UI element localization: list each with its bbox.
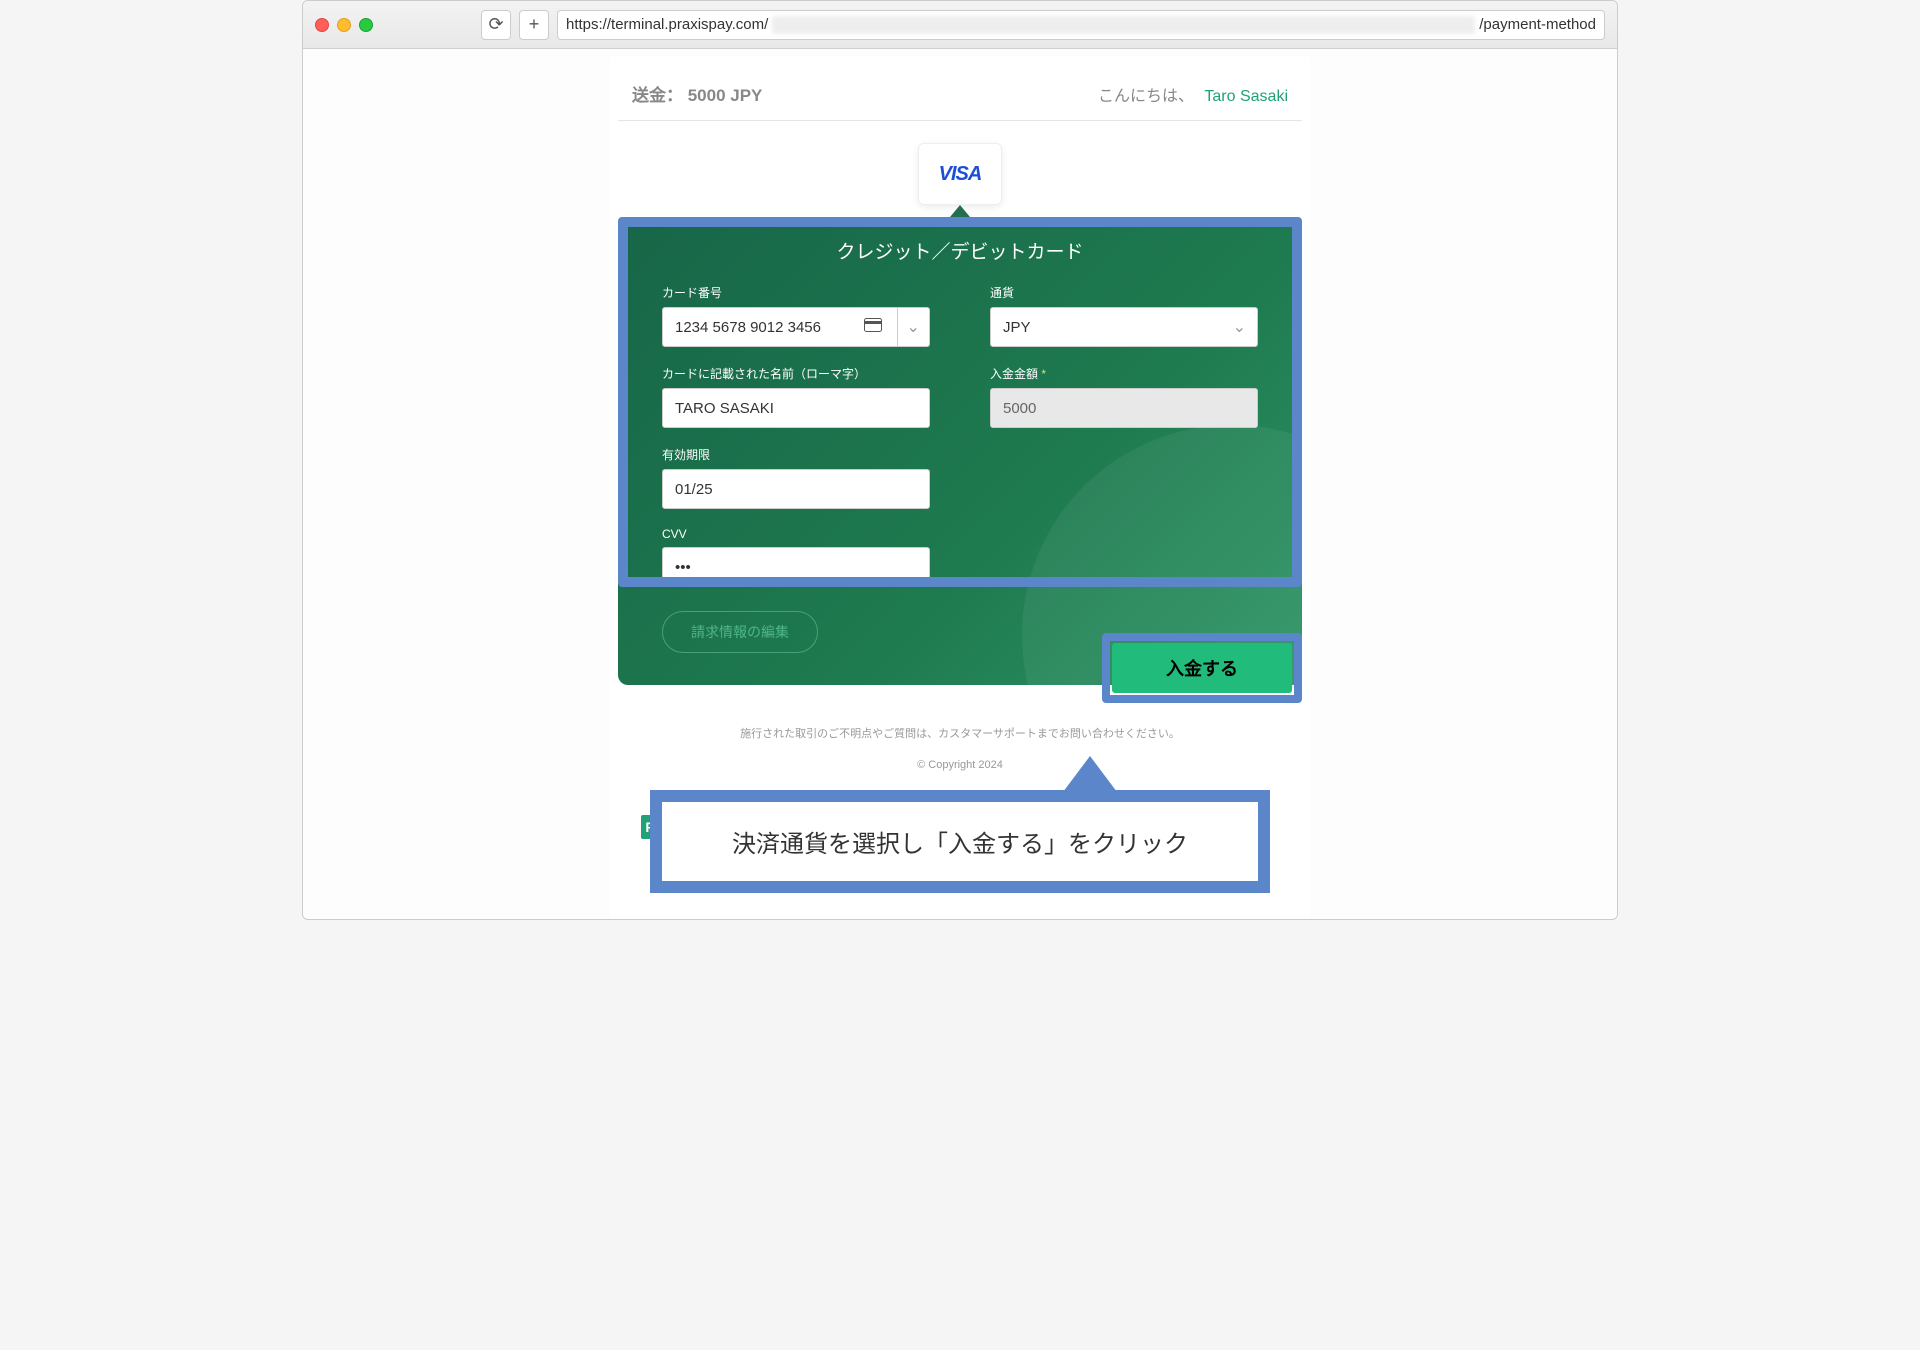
currency-select[interactable] xyxy=(990,307,1258,347)
card-form-panel: クレジット／デビットカード カード番号 ⌄ xyxy=(618,219,1302,685)
card-brand-tab[interactable]: VISA xyxy=(918,143,1002,205)
transfer-amount: 送金： 5000 JPY xyxy=(632,81,762,106)
cvv-label: CVV xyxy=(662,527,930,541)
url-prefix: https://terminal.praxispay.com/ xyxy=(566,16,768,33)
browser-window: ⟳ + https://terminal.praxispay.com/ /pay… xyxy=(302,0,1618,920)
amount-label: 入金金額 * xyxy=(990,365,1258,382)
browser-toolbar: ⟳ + https://terminal.praxispay.com/ /pay… xyxy=(303,1,1617,49)
close-window-button[interactable] xyxy=(315,18,329,32)
callout-arrow-icon xyxy=(1060,756,1120,796)
new-tab-button[interactable]: + xyxy=(519,10,549,40)
form-panel-wrap: クレジット／デビットカード カード番号 ⌄ xyxy=(618,219,1302,703)
instruction-callout: 決済通貨を選択し「入金する」をクリック xyxy=(650,790,1270,893)
maximize-window-button[interactable] xyxy=(359,18,373,32)
cvv-input[interactable] xyxy=(662,547,930,587)
panel-title: クレジット／デビットカード xyxy=(662,237,1258,264)
callout-text: 決済通貨を選択し「入金する」をクリック xyxy=(650,790,1270,893)
cardholder-name-input[interactable] xyxy=(662,388,930,428)
deposit-row: 入金する xyxy=(618,633,1302,703)
card-icon xyxy=(864,318,882,336)
card-number-label: カード番号 xyxy=(662,284,930,301)
card-dropdown-toggle[interactable]: ⌄ xyxy=(898,307,930,347)
reload-icon: ⟳ xyxy=(488,14,503,35)
user-name: Taro Sasaki xyxy=(1204,88,1288,105)
page-content: 送金： 5000 JPY こんにちは、 Taro Sasaki VISA クレジ… xyxy=(303,49,1617,919)
url-obscured xyxy=(772,16,1475,34)
card-number-input-wrap: ⌄ xyxy=(662,307,930,347)
window-controls xyxy=(315,18,373,32)
reload-button[interactable]: ⟳ xyxy=(481,10,511,40)
cardholder-name-label: カードに記載された名前（ローマ字） xyxy=(662,365,930,382)
expiry-label: 有効期限 xyxy=(662,446,930,463)
header-row: 送金： 5000 JPY こんにちは、 Taro Sasaki xyxy=(618,81,1302,121)
url-suffix: /payment-method xyxy=(1479,16,1596,33)
greeting-block: こんにちは、 Taro Sasaki xyxy=(1098,82,1288,106)
card-logo-wrap: VISA xyxy=(618,143,1302,205)
card-number-input[interactable] xyxy=(662,307,898,347)
copyright-text: © Copyright 2024 xyxy=(618,759,1302,771)
support-text: 施行された取引のご不明点やご質問は、カスタマーサポートまでお問い合わせください。 xyxy=(618,725,1302,741)
minimize-window-button[interactable] xyxy=(337,18,351,32)
tab-pointer-icon xyxy=(950,205,970,217)
chevron-down-icon: ⌄ xyxy=(907,317,920,337)
currency-label: 通貨 xyxy=(990,284,1258,301)
deposit-button[interactable]: 入金する xyxy=(1112,643,1292,693)
expiry-input[interactable] xyxy=(662,469,930,509)
amount-input xyxy=(990,388,1258,428)
visa-logo: VISA xyxy=(939,163,982,186)
plus-icon: + xyxy=(529,14,540,35)
greeting-text: こんにちは、 xyxy=(1098,88,1194,105)
url-bar[interactable]: https://terminal.praxispay.com/ /payment… xyxy=(557,10,1605,40)
